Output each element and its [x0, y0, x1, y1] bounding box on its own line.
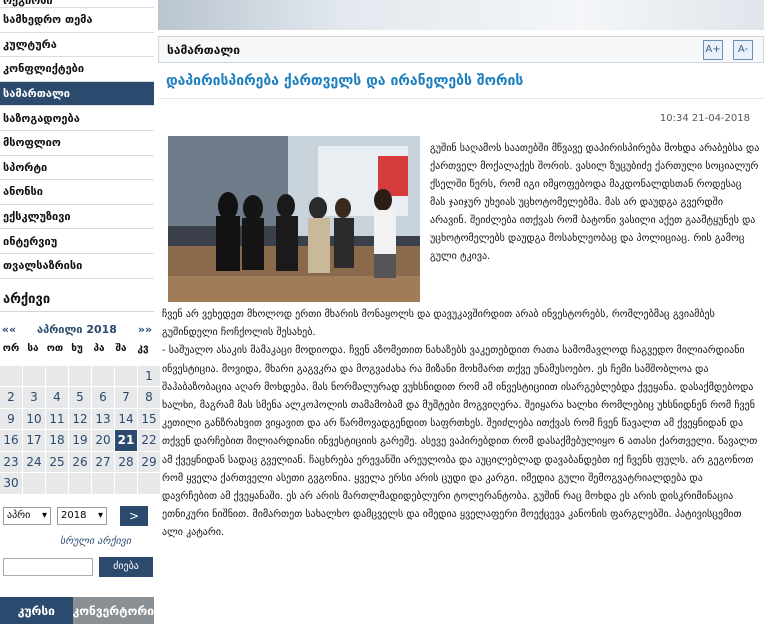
section-title: სამართალი: [167, 42, 241, 57]
article-datetime: 10:34 21-04-2018: [659, 113, 750, 124]
sidebar-item[interactable]: მსოფლიო: [0, 130, 154, 156]
year-select-value: 2018: [61, 510, 87, 522]
calendar-day[interactable]: 23: [0, 451, 22, 473]
calendar-day[interactable]: 17: [23, 430, 45, 451]
full-archive-link[interactable]: სრული არქივი: [0, 536, 154, 547]
calendar-day[interactable]: 2: [0, 387, 22, 408]
tab-converter[interactable]: კონვერტორი: [72, 597, 154, 624]
left-sidebar: რეგიონი სამხედრო თემა კულტურა კონფლიქტები სა…: [0, 0, 160, 624]
header-banner: [158, 0, 764, 30]
font-decrease-button[interactable]: A-: [733, 39, 753, 60]
calendar-day[interactable]: 11: [46, 408, 68, 430]
next-month-button[interactable]: »»: [136, 323, 154, 336]
calendar-grid: 1 2 3 4 5 6 7 8 9 10 11 12 13 14 15 16 17 18 19 20 21 22 23 24 2…: [0, 365, 160, 494]
calendar-day[interactable]: 9: [0, 408, 22, 430]
calendar-day[interactable]: 8: [138, 387, 160, 408]
archive-go-button[interactable]: >: [120, 505, 148, 526]
article-body: ჩვენ არ ვეხედეთ მხოლოდ ერთი მხარის მონაყ…: [162, 306, 760, 543]
sidebar-item[interactable]: რეგიონი: [0, 0, 154, 8]
weekday-label: ორ: [2, 343, 20, 355]
archive-selectors: აპრი ▾ 2018 ▾ >: [0, 505, 154, 526]
bottom-tabs: კურსი კონვერტორი: [0, 597, 154, 624]
calendar-empty-cell: [46, 473, 68, 494]
article-photo: [168, 136, 420, 302]
weekday-label: პა: [93, 343, 105, 355]
calendar-day[interactable]: 5: [69, 387, 91, 408]
calendar-empty-cell: [69, 473, 91, 494]
calendar-empty-cell: [92, 473, 114, 494]
sidebar-item[interactable]: კულტურა: [0, 32, 154, 58]
calendar-weekdays: ორ სა ოთ ხუ პა შა კვ: [0, 340, 154, 358]
search-row: ძიება: [0, 556, 154, 577]
year-select[interactable]: 2018 ▾: [57, 506, 107, 525]
article-paragraph: ჩვენ არ ვეხედეთ მხოლოდ ერთი მხარის მონაყ…: [162, 309, 715, 339]
section-bar: სამართალი A+ A-: [158, 36, 764, 63]
calendar-empty-cell: [46, 365, 68, 387]
calendar-day[interactable]: 19: [69, 430, 91, 451]
calendar-day[interactable]: 18: [46, 430, 68, 451]
sidebar-item[interactable]: ანონსი: [0, 180, 154, 205]
calendar-day[interactable]: 14: [115, 408, 137, 430]
main-content: სამართალი A+ A- დაპირისპირება ქართველს დ…: [158, 0, 764, 624]
calendar-day[interactable]: 22: [138, 430, 160, 451]
calendar-day[interactable]: 7: [115, 387, 137, 408]
calendar-empty-cell: [138, 473, 160, 494]
sidebar-item[interactable]: ექსკლუზივი: [0, 204, 154, 230]
calendar-day[interactable]: 29: [138, 451, 160, 473]
sidebar-item[interactable]: კონფლიქტები: [0, 57, 154, 82]
calendar-day[interactable]: 27: [92, 451, 114, 473]
calendar-day[interactable]: 21: [115, 430, 137, 451]
calendar-day[interactable]: 1: [138, 365, 160, 387]
sidebar-nav: რეგიონი სამხედრო თემა კულტურა კონფლიქტები სა…: [0, 0, 154, 279]
calendar-day[interactable]: 13: [92, 408, 114, 430]
month-select[interactable]: აპრი ▾: [3, 506, 51, 525]
sidebar-item[interactable]: სამხედრო თემა: [0, 8, 154, 33]
calendar-empty-cell: [69, 365, 91, 387]
prev-month-button[interactable]: ««: [0, 323, 18, 336]
calendar-empty-cell: [23, 365, 45, 387]
calendar-day[interactable]: 20: [92, 430, 114, 451]
search-button[interactable]: ძიება: [99, 556, 153, 577]
calendar-day[interactable]: 6: [92, 387, 114, 408]
calendar-day[interactable]: 4: [46, 387, 68, 408]
calendar-day[interactable]: 28: [115, 451, 137, 473]
calendar-day[interactable]: 15: [138, 408, 160, 430]
calendar-empty-cell: [23, 473, 45, 494]
calendar-day[interactable]: 24: [23, 451, 45, 473]
sidebar-item[interactable]: სამართალი: [0, 81, 154, 107]
calendar-header: «« აპრილი 2018 »»: [0, 320, 154, 340]
tab-currency[interactable]: კურსი: [0, 597, 73, 624]
calendar-day[interactable]: 10: [23, 408, 45, 430]
weekday-label: კვ: [137, 343, 149, 355]
sidebar-item[interactable]: თვალსაზრისი: [0, 253, 154, 279]
weekday-label: სა: [27, 343, 39, 355]
calendar-empty-cell: [92, 365, 114, 387]
calendar-day[interactable]: 16: [0, 430, 22, 451]
sidebar-item[interactable]: საზოგადოება: [0, 106, 154, 131]
calendar-month-label: აპრილი 2018: [37, 323, 117, 337]
calendar-empty-cell: [115, 473, 137, 494]
calendar-day[interactable]: 12: [69, 408, 91, 430]
article-intro: გუშინ საღამოს საათებში მწვავე დაპირისპირ…: [430, 143, 760, 262]
chevron-down-icon: ▾: [97, 510, 103, 522]
search-input[interactable]: [3, 557, 93, 576]
calendar-day[interactable]: 25: [46, 451, 68, 473]
calendar-day[interactable]: 30: [0, 473, 22, 494]
calendar-empty-cell: [0, 365, 22, 387]
archive-heading: არქივი: [0, 289, 154, 312]
chevron-down-icon: ▾: [41, 510, 47, 522]
month-select-value: აპრი: [7, 510, 31, 522]
font-increase-button[interactable]: A+: [703, 39, 723, 60]
sidebar-item[interactable]: ინტერვიუ: [0, 229, 154, 254]
calendar-day[interactable]: 26: [69, 451, 91, 473]
sidebar-item[interactable]: სპორტი: [0, 155, 154, 181]
article-title[interactable]: დაპირისპირება ქართველს და ირანელებს შორი…: [158, 63, 764, 99]
calendar-day[interactable]: 3: [23, 387, 45, 408]
weekday-label: ხუ: [71, 343, 83, 355]
calendar-empty-cell: [115, 365, 137, 387]
weekday-label: შა: [115, 343, 127, 355]
weekday-label: ოთ: [46, 343, 64, 355]
article-paragraph: - საშუალო ასაკის მამაკაცი მოდიოდა. ჩვენ …: [162, 345, 758, 539]
